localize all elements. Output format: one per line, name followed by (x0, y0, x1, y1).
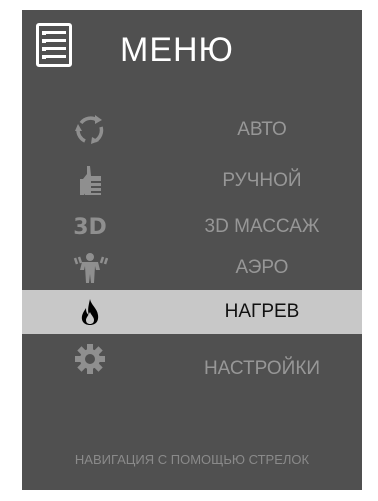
menu-item-label: АВТО (237, 119, 287, 140)
flame-icon (70, 290, 110, 334)
menu-item-3d-massage[interactable]: 3D 3D МАССАЖ (22, 205, 362, 249)
3d-icon: 3D (73, 214, 107, 240)
menu-item-label: АЭРО (235, 257, 289, 278)
body-air-icon (70, 246, 110, 290)
menu-item-auto[interactable]: АВТО (22, 108, 362, 152)
menu-item-label: 3D МАССАЖ (204, 216, 320, 237)
menu-header: МЕНЮ (22, 10, 362, 90)
menu-item-label: НАГРЕВ (224, 301, 300, 322)
refresh-icon (70, 108, 110, 152)
menu-title: МЕНЮ (120, 31, 234, 69)
thumbs-up-icon (70, 159, 110, 203)
menu-item-label: РУЧНОЙ (222, 170, 302, 191)
menu-item-aero[interactable]: АЭРО (22, 246, 362, 290)
navigation-hint: НАВИГАЦИЯ С ПОМОЩЬЮ СТРЕЛОК (74, 452, 310, 467)
menu-item-manual[interactable]: РУЧНОЙ (22, 159, 362, 203)
menu-list-icon (36, 23, 72, 67)
menu-item-label: НАСТРОЙКИ (203, 358, 321, 379)
menu-item-heating[interactable]: НАГРЕВ (22, 290, 362, 334)
menu-item-settings[interactable]: НАСТРОЙКИ (22, 344, 362, 391)
menu-panel: МЕНЮ АВТО РУЧНОЙ 3D 3D МАССАЖ АЭРО НАГРЕ… (22, 10, 362, 490)
gear-icon (70, 337, 110, 381)
